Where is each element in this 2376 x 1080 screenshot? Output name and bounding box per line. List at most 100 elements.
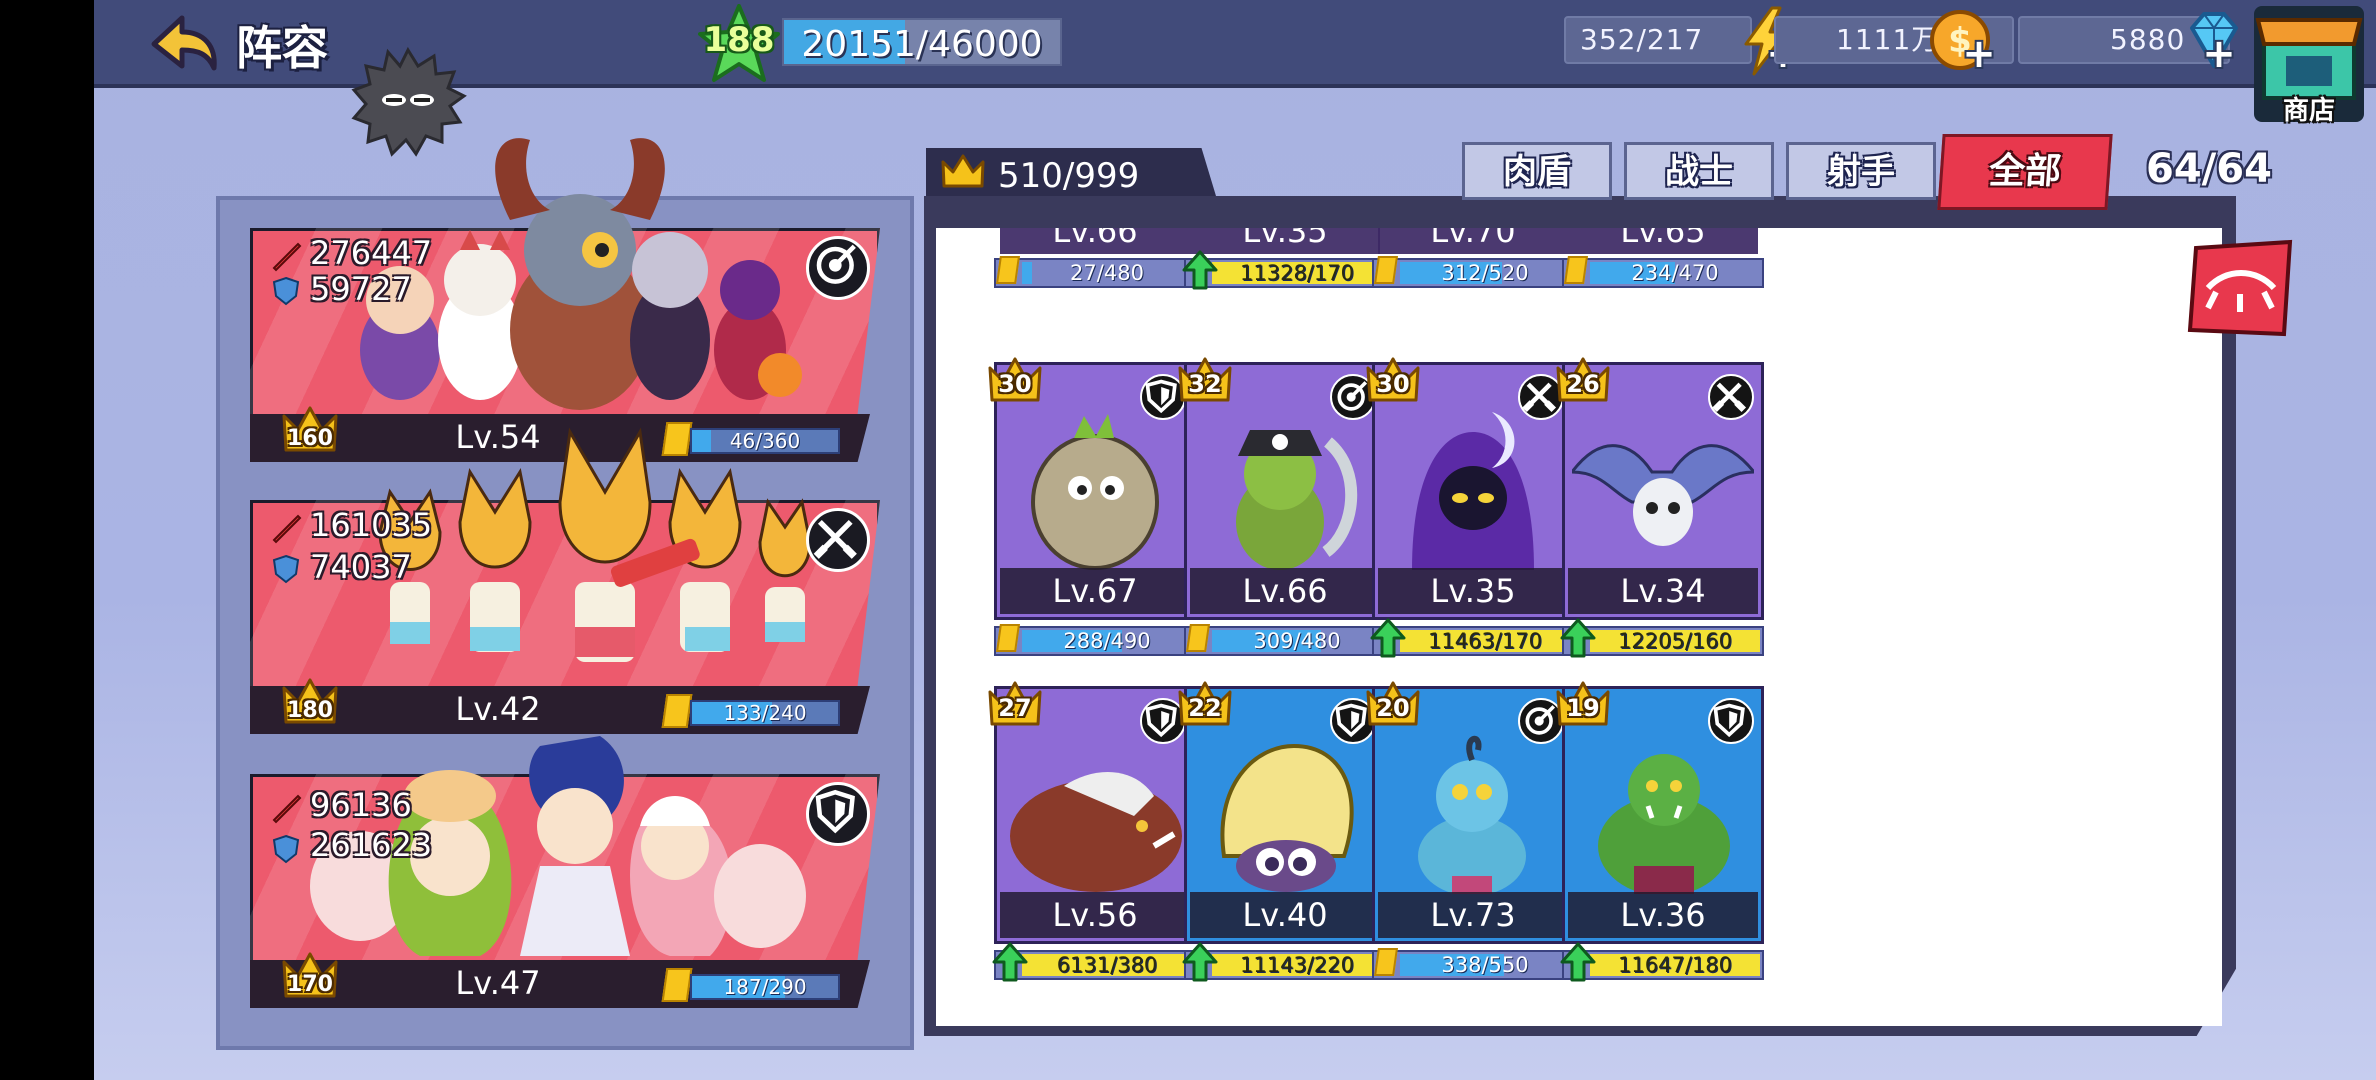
team-defense: 261623	[310, 826, 433, 864]
archer-icon	[806, 236, 870, 300]
card-level: Lv.67	[1000, 568, 1190, 614]
card-level: Lv.34	[1568, 568, 1758, 614]
card-frag-bar: 312/520	[1372, 256, 1574, 288]
team-frag-text: 187/290	[723, 975, 807, 999]
team-slot-3[interactable]: 96136 261623 170 Lv.47 187/290	[250, 736, 880, 1008]
upgrade-arrow-icon	[1370, 618, 1406, 658]
warrior-icon	[806, 508, 870, 572]
card-level: Lv.35	[1190, 228, 1380, 254]
card-frag-bar: 6131/380	[992, 942, 1196, 982]
defense-icon	[272, 276, 300, 306]
card-crown-count: 32	[1188, 370, 1222, 398]
card-frag-bar: 11143/220	[1182, 942, 1386, 982]
team-defense: 74037	[310, 548, 412, 586]
card-level: Lv.35	[1378, 568, 1568, 614]
team-attack: 96136	[310, 786, 412, 824]
attack-icon	[272, 514, 302, 544]
card-crown-count: 27	[998, 694, 1032, 722]
hero-card-partial[interactable]: Lv.66 27/480	[994, 228, 1196, 288]
team-frag-bar: 187/290	[690, 974, 840, 1000]
exp-bar: 20151/46000	[782, 18, 1062, 66]
card-frag-text: 27/480	[1070, 261, 1144, 285]
back-arrow-icon[interactable]	[146, 10, 222, 76]
green-orc-portrait	[1598, 754, 1730, 894]
filter-tab-warrior[interactable]: 战士	[1624, 142, 1774, 200]
card-frag-bar: 27/480	[994, 256, 1196, 288]
shop-label[interactable]: 商店	[2250, 90, 2368, 127]
card-level: Lv.70	[1378, 228, 1568, 254]
card-crown-count: 30	[1376, 370, 1410, 398]
hero-card-partial[interactable]: Lv.35 11328/170	[1182, 228, 1386, 290]
card-level: Lv.65	[1568, 228, 1758, 254]
card-frag-text: 11463/170	[1428, 629, 1542, 653]
card-frag-bar: 288/490	[994, 624, 1196, 656]
card-level: Lv.66	[1000, 228, 1190, 254]
shard-icon	[1374, 948, 1398, 976]
boar-beast-portrait	[1010, 772, 1182, 892]
attack-icon	[272, 794, 302, 824]
defense-icon	[272, 834, 300, 864]
card-frag-text: 11647/180	[1618, 953, 1732, 977]
card-frag-bar: 11647/180	[1560, 942, 1764, 982]
team-crown-count: 170	[287, 972, 333, 997]
card-crown-count: 19	[1566, 694, 1600, 722]
hero-card[interactable]: 27 Lv.56 6131/380	[988, 681, 1196, 982]
card-frag-bar: 11328/170	[1182, 250, 1386, 290]
filter-tab-tank[interactable]: 肉盾	[1462, 142, 1612, 200]
card-crown-count: 30	[998, 370, 1032, 398]
card-frag-bar: 11463/170	[1370, 618, 1574, 658]
hero-card[interactable]: 26 Lv.34 12205/160	[1556, 357, 1764, 658]
hero-card-partial[interactable]: Lv.65 234/470	[1562, 228, 1764, 288]
upgrade-arrow-icon	[1182, 942, 1218, 982]
lineup-screen: 阵容 188 20151/46000 352/217 + 1111万 $ + 5…	[94, 0, 2376, 1080]
blue-troll-portrait	[1418, 735, 1526, 894]
upgrade-arrow-icon	[1560, 618, 1596, 658]
card-level: Lv.73	[1378, 892, 1568, 938]
hero-card[interactable]: 30 Lv.35 11463/170	[1366, 357, 1574, 658]
defense-icon	[272, 554, 300, 584]
shard-icon	[996, 624, 1020, 652]
card-level: Lv.56	[1000, 892, 1190, 938]
hero-total-count: 64/64	[2146, 146, 2272, 192]
shard-icon	[996, 256, 1020, 284]
card-frag-text: 309/480	[1253, 629, 1341, 653]
shard-icon	[1564, 256, 1588, 284]
card-frag-text: 6131/380	[1056, 953, 1158, 977]
collection-count: 510/999	[998, 156, 1140, 196]
player-level: 188	[703, 20, 775, 60]
filter-tab-all[interactable]: 全部	[1937, 134, 2113, 210]
goblin-pirate-portrait	[1236, 430, 1358, 570]
upgrade-arrow-icon	[1182, 250, 1218, 290]
hero-card[interactable]: 20 Lv.73 338/550	[1366, 681, 1574, 980]
hermit-snail-portrait	[1220, 743, 1354, 892]
filter-tab-archer[interactable]: 射手	[1786, 142, 1936, 200]
card-frag-bar: 12205/160	[1560, 618, 1764, 658]
hero-card[interactable]: 32 Lv.66 309/480	[1178, 357, 1386, 656]
card-frag-text: 12205/160	[1618, 629, 1732, 653]
card-frag-bar: 234/470	[1562, 256, 1764, 288]
attack-icon	[272, 242, 302, 272]
card-crown-count: 22	[1188, 694, 1222, 722]
card-level: Lv.40	[1190, 892, 1380, 938]
add-gold-button[interactable]: +	[1962, 34, 1996, 74]
card-level: Lv.66	[1190, 568, 1380, 614]
stamina-counter: 352/217	[1564, 16, 1752, 64]
shard-icon	[1186, 624, 1210, 652]
hero-card-partial[interactable]: Lv.70 312/520	[1372, 228, 1574, 288]
card-crown-count: 20	[1376, 694, 1410, 722]
team-lineup-panel: 276447 59727 160 Lv.54 46/360 161035 740…	[216, 138, 1031, 1050]
shield-icon	[806, 782, 870, 846]
card-frag-text: 11328/170	[1240, 261, 1354, 285]
warrior-icon	[1708, 374, 1754, 420]
card-frag-text: 11143/220	[1240, 953, 1354, 977]
hero-grid[interactable]: Lv.66 27/480 Lv.35 11328/170 Lv.70 312/520 Lv.…	[936, 228, 2222, 1026]
hero-card[interactable]: 22 Lv.40 11143/220	[1178, 681, 1386, 982]
hero-card[interactable]: 30 Lv.67 288/490	[988, 357, 1196, 656]
card-frag-text: 288/490	[1063, 629, 1151, 653]
hero-card[interactable]: 19 Lv.36 11647/180	[1556, 681, 1764, 982]
card-frag-text: 312/520	[1441, 261, 1529, 285]
card-frag-bar: 309/480	[1184, 624, 1386, 656]
upgrade-arrow-icon	[992, 942, 1028, 982]
add-gem-button[interactable]: +	[2202, 34, 2236, 74]
visibility-toggle-icon[interactable]	[2186, 238, 2294, 340]
